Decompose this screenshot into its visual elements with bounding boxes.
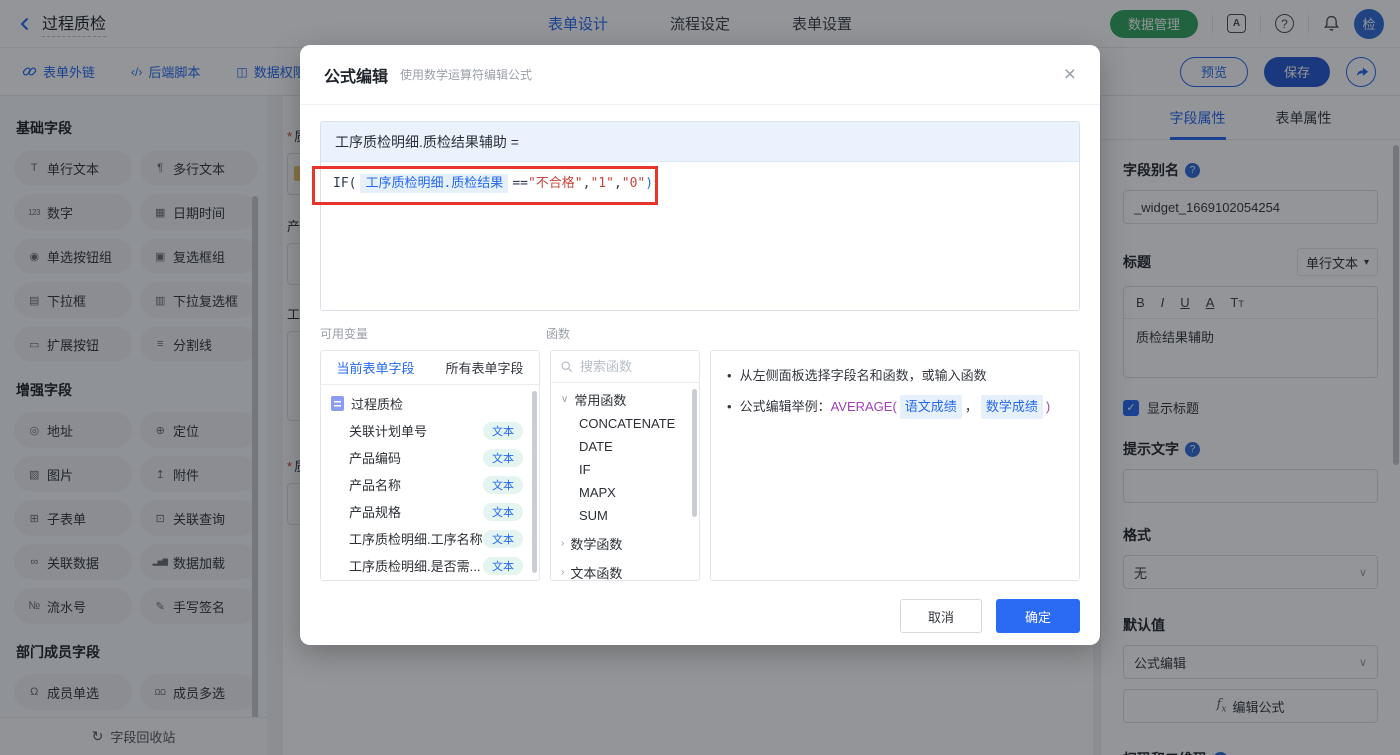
function-search-input[interactable] [580, 359, 680, 374]
variables-label: 可用变量 [320, 327, 369, 341]
functions-label: 函数 [546, 327, 571, 341]
type-badge: 文本 [483, 448, 523, 467]
variables-panel: 当前表单字段 所有表单字段 过程质检 关联计划单号 文本 产品编码 文本 产品名称文… [320, 350, 540, 581]
variables-scrollbar[interactable] [532, 391, 537, 573]
tab-current-form-fields[interactable]: 当前表单字段 [321, 351, 430, 384]
document-icon [331, 396, 344, 411]
formula-editor: 工序质检明细.质检结果辅助 = IF(工序质检明细.质检结果 =="不合格","1… [320, 121, 1080, 311]
app-screen: 过程质检 表单设计 流程设定 表单设置 数据管理 A ? 检 表单外链 ‹/› … [0, 0, 1400, 755]
functions-scrollbar[interactable] [692, 389, 697, 517]
function-item[interactable]: IF [551, 458, 699, 481]
function-item[interactable]: DATE [551, 435, 699, 458]
formula-field-token[interactable]: 工序质检明细.质检结果 [360, 174, 509, 193]
modal-footer: 取消 确定 [300, 581, 1100, 633]
chevron-right-icon: › [561, 567, 565, 578]
chevron-down-icon: ∨ [561, 394, 569, 405]
type-badge: 文本 [483, 421, 523, 440]
variable-item[interactable]: 工序质检明细.工序名称 文本 [321, 525, 539, 552]
type-badge: 文本 [483, 502, 523, 521]
help-line-2: 公式编辑举例： [739, 399, 831, 414]
confirm-button[interactable]: 确定 [996, 599, 1080, 633]
search-icon [561, 360, 573, 372]
function-group-common[interactable]: ∨ 常用函数 [551, 383, 699, 412]
example-field-token: 语文成绩 [899, 395, 962, 419]
modal-header: 公式编辑 使用数学运算符编辑公式 × [300, 45, 1100, 105]
function-item[interactable]: MAPX [551, 481, 699, 504]
variable-item[interactable]: 工序质检明细.是否需... 文本 [321, 552, 539, 579]
cancel-button[interactable]: 取消 [900, 599, 982, 633]
close-icon[interactable]: × [1064, 64, 1076, 85]
function-item[interactable]: CONCATENATE [551, 412, 699, 435]
type-badge: 文本 [483, 475, 523, 494]
help-line-1: 从左侧面板选择字段名和函数，或输入函数 [739, 368, 987, 383]
function-search [551, 351, 699, 383]
formula-help-panel: • 从左侧面板选择字段名和函数，或输入函数 • 公式编辑举例： AVERAGE( … [710, 350, 1080, 581]
function-item[interactable]: SUM [551, 504, 699, 527]
functions-panel: ∨常用函数 CONCATENATE DATE IF MAPX SUM ›数学函数… [550, 350, 700, 581]
variables-tree-root[interactable]: 过程质检 [321, 385, 539, 417]
modal-title: 公式编辑 [324, 68, 389, 86]
formula-function: IF( [333, 176, 357, 191]
function-group-math[interactable]: › 数学函数 [551, 527, 699, 556]
variable-item[interactable]: 关联计划单号 文本 [321, 417, 539, 444]
formula-target: 工序质检明细.质检结果辅助 = [321, 122, 1079, 162]
function-group-text[interactable]: › 文本函数 [551, 556, 699, 580]
type-badge: 文本 [483, 529, 523, 548]
example-field-token: 数学成绩 [980, 395, 1043, 419]
tab-all-form-fields[interactable]: 所有表单字段 [430, 351, 539, 384]
formula-editor-modal: 公式编辑 使用数学运算符编辑公式 × 工序质检明细.质检结果辅助 = IF(工序… [300, 45, 1100, 645]
modal-subtitle: 使用数学运算符编辑公式 [400, 68, 533, 82]
formula-code-area[interactable]: IF(工序质检明细.质检结果 =="不合格","1","0") [321, 162, 1079, 310]
variable-item[interactable]: 产品编码 文本 [321, 444, 539, 471]
type-badge: 文本 [483, 556, 523, 575]
chevron-right-icon: › [561, 538, 565, 549]
variable-item[interactable]: 产品规格 文本 [321, 498, 539, 525]
variable-item[interactable]: 产品名称 文本 [321, 471, 539, 498]
